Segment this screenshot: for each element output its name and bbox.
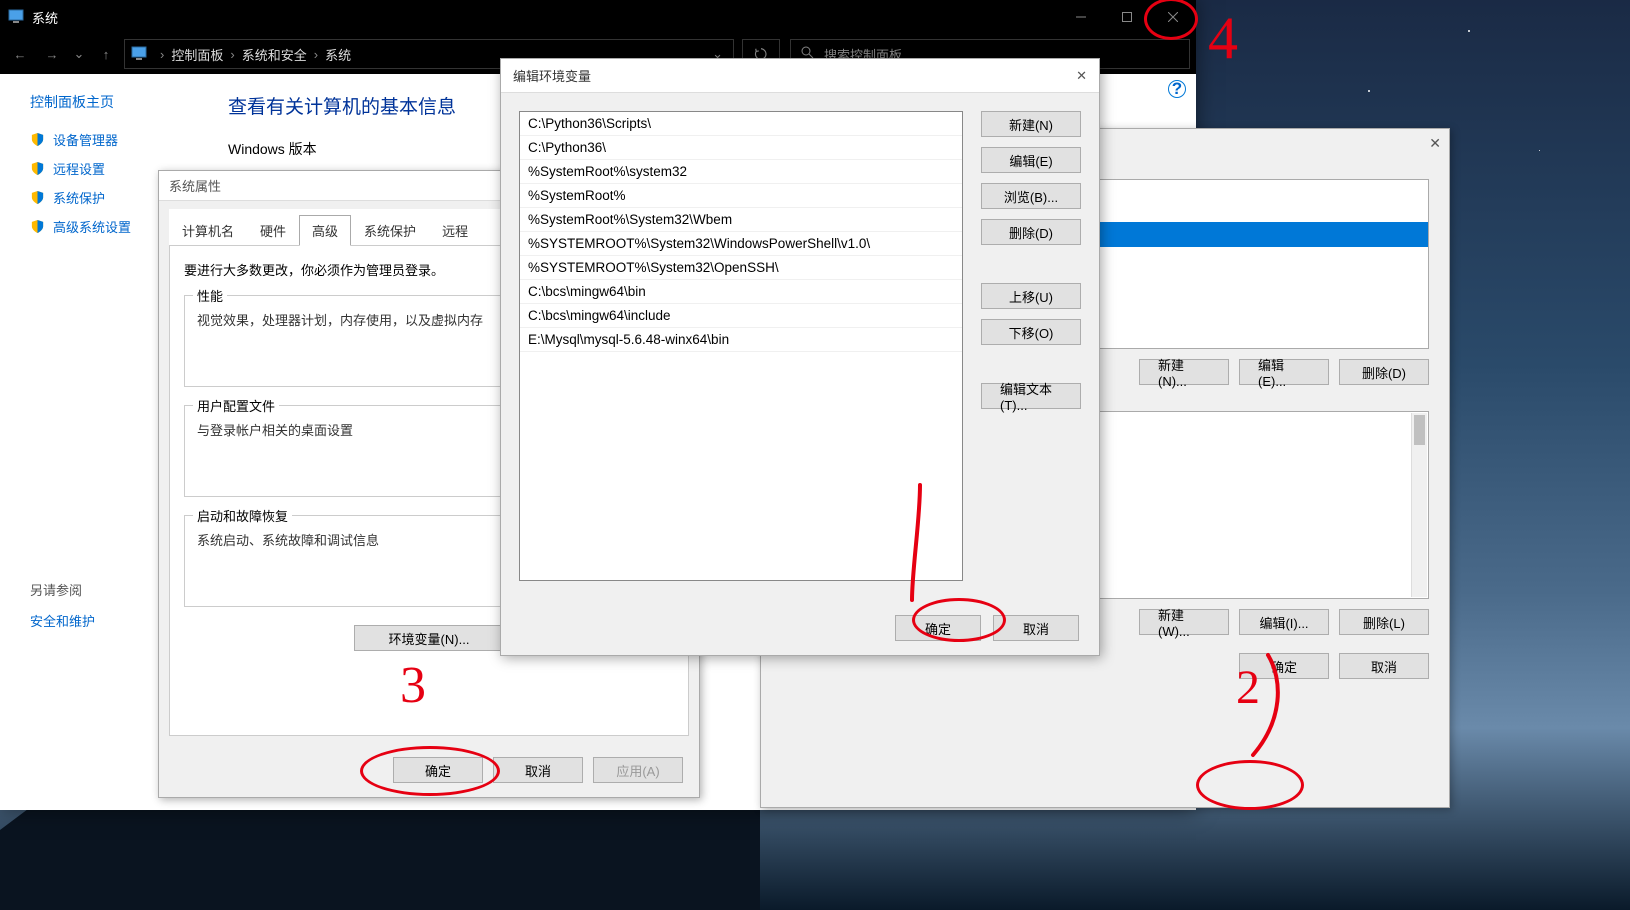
annotation-number-4: 4: [1208, 4, 1238, 73]
system-icon: [8, 9, 24, 26]
new-user-var-button[interactable]: 新建(N)...: [1139, 359, 1229, 385]
path-row[interactable]: %SYSTEMROOT%\System32\OpenSSH\: [520, 256, 962, 280]
titlebar: 系统: [0, 0, 1196, 34]
sysprops-apply-button[interactable]: 应用(A): [593, 757, 683, 783]
perf-legend: 性能: [193, 286, 227, 305]
maximize-button[interactable]: [1104, 0, 1150, 34]
path-row[interactable]: %SystemRoot%: [520, 184, 962, 208]
close-icon[interactable]: ✕: [1429, 135, 1441, 152]
edit-dialog-title: 编辑环境变量: [513, 66, 591, 85]
delete-sys-var-button[interactable]: 删除(L): [1339, 609, 1429, 635]
edit-text-button[interactable]: 编辑文本(T)...: [981, 383, 1081, 409]
window-title: 系统: [32, 8, 1058, 27]
path-row[interactable]: C:\bcs\mingw64\include: [520, 304, 962, 328]
tab-advanced[interactable]: 高级: [299, 215, 351, 246]
shield-icon: [30, 190, 45, 205]
recent-dropdown[interactable]: ⌄: [70, 40, 88, 68]
new-sys-var-button[interactable]: 新建(W)...: [1139, 609, 1229, 635]
move-up-button[interactable]: 上移(U): [981, 283, 1081, 309]
editenv-cancel-button[interactable]: 取消: [993, 615, 1079, 641]
path-row[interactable]: %SYSTEMROOT%\System32\WindowsPowerShell\…: [520, 232, 962, 256]
control-panel-home[interactable]: 控制面板主页: [30, 92, 198, 112]
shield-icon: [30, 132, 45, 147]
profile-legend: 用户配置文件: [193, 396, 279, 415]
envvars-cancel-button[interactable]: 取消: [1339, 653, 1429, 679]
sidebar-item-device-manager[interactable]: 设备管理器: [30, 130, 198, 149]
tab-remote[interactable]: 远程: [429, 215, 481, 245]
help-icon[interactable]: ?: [1168, 80, 1186, 98]
close-button[interactable]: [1150, 0, 1196, 34]
tab-computer-name[interactable]: 计算机名: [169, 215, 247, 245]
startup-legend: 启动和故障恢复: [193, 506, 292, 525]
path-row[interactable]: C:\Python36\: [520, 136, 962, 160]
sysprops-ok-button[interactable]: 确定: [393, 757, 483, 783]
path-row[interactable]: E:\Mysql\mysql-5.6.48-winx64\bin: [520, 328, 962, 352]
editenv-ok-button[interactable]: 确定: [895, 615, 981, 641]
edit-env-var-dialog: 编辑环境变量 ✕ C:\Python36\Scripts\ C:\Python3…: [500, 58, 1100, 656]
browse-button[interactable]: 浏览(B)...: [981, 183, 1081, 209]
sysprops-cancel-button[interactable]: 取消: [493, 757, 583, 783]
edit-sys-var-button[interactable]: 编辑(I)...: [1239, 609, 1329, 635]
close-icon[interactable]: ✕: [1076, 68, 1087, 84]
shield-icon: [30, 219, 45, 234]
breadcrumb: › 控制面板 › 系统和安全 › 系统: [153, 45, 351, 64]
edit-user-var-button[interactable]: 编辑(E)...: [1239, 359, 1329, 385]
path-row[interactable]: %SystemRoot%\system32: [520, 160, 962, 184]
see-also-label: 另请参阅: [30, 580, 95, 599]
delete-entry-button[interactable]: 删除(D): [981, 219, 1081, 245]
minimize-button[interactable]: [1058, 0, 1104, 34]
crumb-0[interactable]: 控制面板: [171, 45, 223, 64]
see-also-security[interactable]: 安全和维护: [30, 611, 95, 630]
path-row[interactable]: C:\Python36\Scripts\: [520, 112, 962, 136]
delete-user-var-button[interactable]: 删除(D): [1339, 359, 1429, 385]
tab-protection[interactable]: 系统保护: [351, 215, 429, 245]
path-row[interactable]: %SystemRoot%\System32\Wbem: [520, 208, 962, 232]
crumb-2[interactable]: 系统: [325, 45, 351, 64]
forward-button[interactable]: →: [38, 40, 66, 68]
environment-variables-button[interactable]: 环境变量(N)...: [354, 625, 504, 651]
path-row[interactable]: C:\bcs\mingw64\bin: [520, 280, 962, 304]
up-button[interactable]: ↑: [92, 40, 120, 68]
crumb-1[interactable]: 系统和安全: [242, 45, 307, 64]
path-entries-list[interactable]: C:\Python36\Scripts\ C:\Python36\ %Syste…: [519, 111, 963, 581]
edit-entry-button[interactable]: 编辑(E): [981, 147, 1081, 173]
envvars-ok-button[interactable]: 确定: [1239, 653, 1329, 679]
scroll-thumb[interactable]: [1414, 415, 1425, 445]
shield-icon: [30, 161, 45, 176]
scrollbar[interactable]: [1411, 413, 1427, 597]
new-entry-button[interactable]: 新建(N): [981, 111, 1081, 137]
pc-icon: [131, 46, 147, 63]
tab-hardware[interactable]: 硬件: [247, 215, 299, 245]
move-down-button[interactable]: 下移(O): [981, 319, 1081, 345]
back-button[interactable]: ←: [6, 40, 34, 68]
